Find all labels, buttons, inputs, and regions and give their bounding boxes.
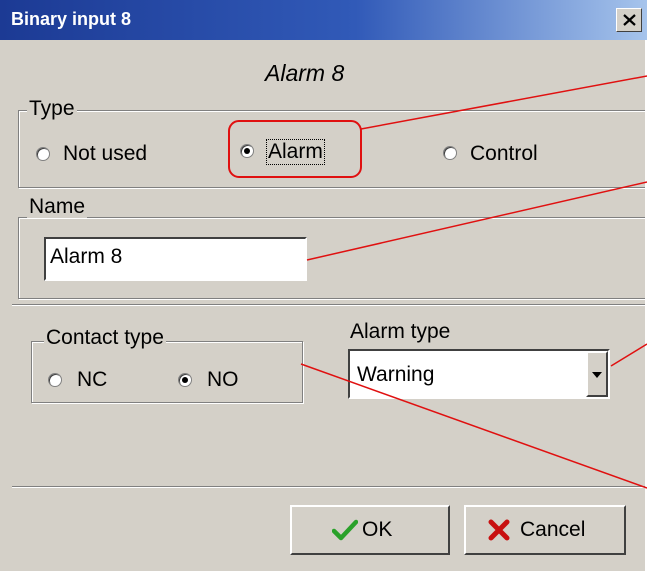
radio-selected-dot [182, 377, 188, 383]
name-group-legend: Name [27, 195, 88, 218]
dialog-caption: Alarm 8 [265, 60, 345, 86]
ok-button[interactable]: OK [290, 505, 450, 555]
radio-control[interactable] [443, 146, 457, 160]
close-icon [623, 14, 636, 26]
window-title: Binary input 8 [11, 9, 132, 29]
close-button[interactable] [616, 8, 642, 32]
pointer-line-alarm-type [610, 343, 647, 367]
cancel-button[interactable]: Cancel [464, 505, 626, 555]
radio-alarm-label[interactable]: Alarm [266, 139, 325, 165]
title-bar: Binary input 8 [0, 0, 647, 40]
radio-control-label[interactable]: Control [470, 142, 538, 166]
alarm-type-label: Alarm type [350, 320, 451, 343]
button-area-divider [12, 486, 645, 488]
radio-alarm[interactable] [240, 144, 254, 158]
radio-nc-label[interactable]: NC [77, 368, 107, 392]
ok-label: OK [362, 518, 393, 541]
contact-type-group [31, 341, 303, 403]
type-group-legend: Type [27, 97, 77, 120]
radio-nc[interactable] [48, 373, 62, 387]
contact-type-legend: Contact type [44, 326, 166, 349]
dropdown-button[interactable] [586, 351, 608, 397]
section-divider [12, 304, 645, 306]
checkmark-icon [332, 519, 358, 541]
radio-no[interactable] [178, 373, 192, 387]
cancel-label: Cancel [520, 518, 586, 541]
x-cross-icon [488, 519, 510, 541]
alarm-type-value: Warning [357, 363, 435, 386]
radio-selected-dot [244, 148, 250, 154]
alarm-type-select[interactable]: Warning [348, 349, 610, 399]
radio-not-used-label[interactable]: Not used [63, 142, 147, 166]
radio-not-used[interactable] [36, 147, 50, 161]
binary-input-dialog: Binary input 8 Alarm 8 Type Not used Ala… [0, 0, 647, 571]
chevron-down-icon [592, 372, 602, 378]
name-input[interactable]: Alarm 8 [44, 237, 307, 281]
radio-no-label[interactable]: NO [207, 368, 239, 392]
